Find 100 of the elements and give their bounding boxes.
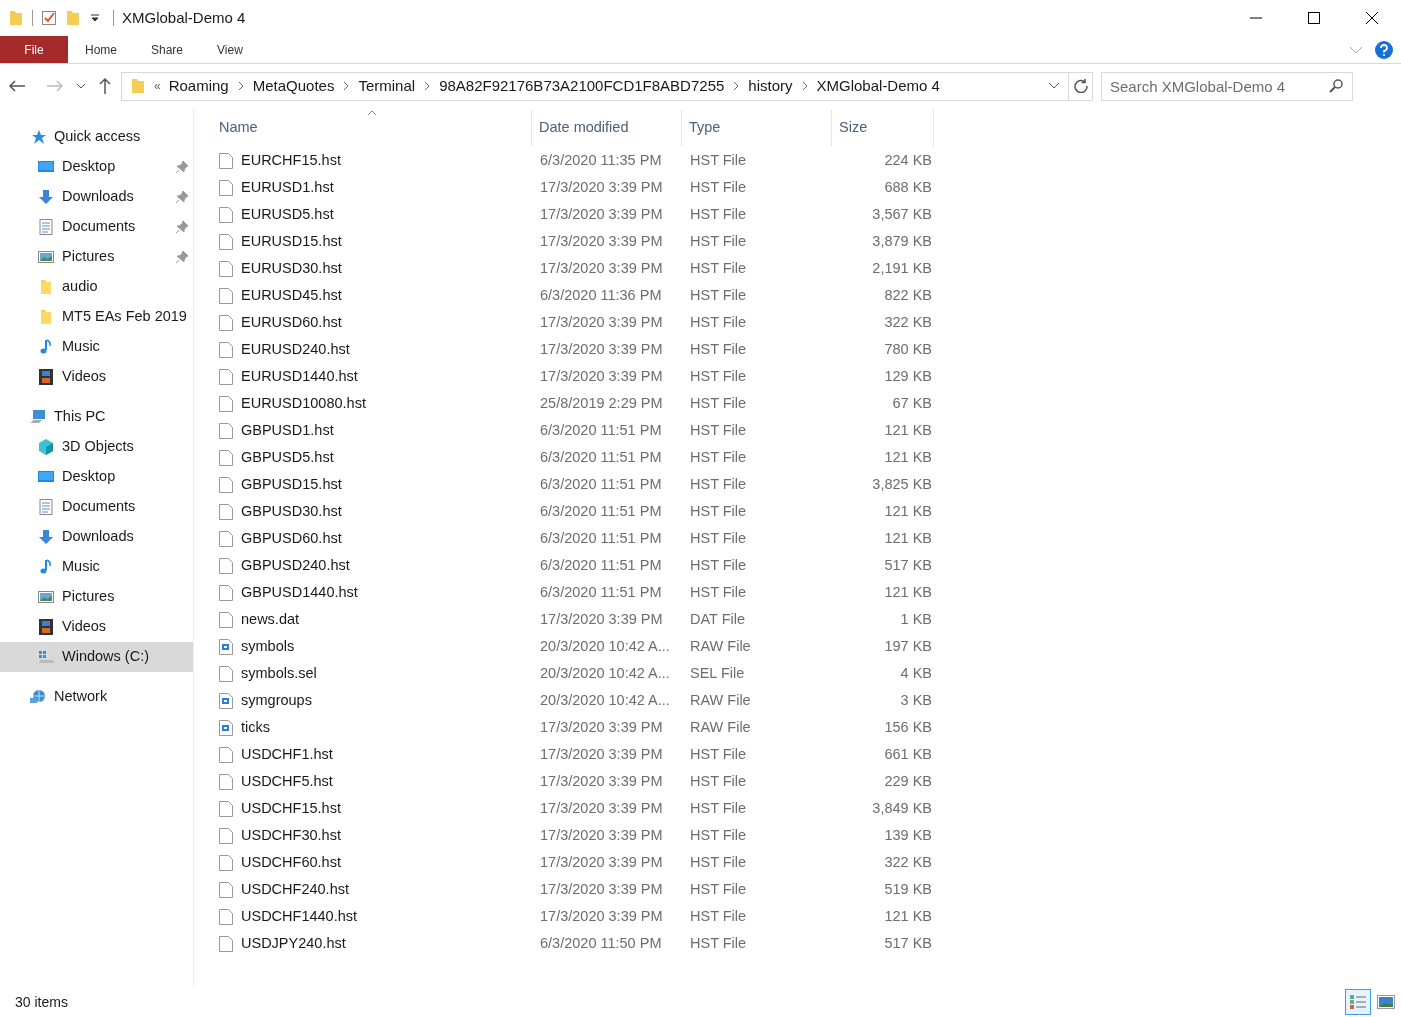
nav-item[interactable]: Music — [0, 332, 193, 362]
file-type: HST File — [689, 393, 748, 413]
file-icon — [219, 908, 233, 925]
file-name: EURUSD1440.hst — [241, 366, 358, 386]
document-icon — [38, 219, 54, 235]
nav-item[interactable]: 3D Objects — [0, 432, 193, 462]
folder-icon — [38, 309, 54, 325]
ribbon-tab[interactable]: Home — [68, 36, 134, 63]
file-row[interactable]: USDCHF1440.hst 17/3/2020 3:39 PM HST File 121 KB — [212, 903, 1401, 930]
nav-item[interactable]: Windows (C:) — [0, 642, 193, 672]
monitor-icon — [38, 469, 54, 485]
file-icon — [219, 341, 233, 358]
breadcrumb[interactable]: Roaming — [160, 74, 237, 98]
nav-item[interactable]: This PC — [0, 402, 193, 432]
address-bar[interactable]: « Roaming MetaQuotes Terminal 98A82F92176B73A2100FCD1F8ABD7255 history XMGlobal-Demo 4 — [121, 71, 1093, 101]
image-file-icon — [219, 719, 233, 736]
nav-item[interactable]: Documents — [0, 212, 193, 242]
file-row[interactable]: symbols 20/3/2020 10:42 A... RAW File 197 KB — [212, 633, 1401, 660]
file-icon — [219, 368, 233, 385]
file-icon — [219, 287, 233, 304]
file-type: HST File — [689, 447, 748, 467]
file-icon — [219, 206, 233, 223]
date-modified: 20/3/2020 10:42 A... — [539, 663, 671, 683]
file-row[interactable]: GBPUSD60.hst 6/3/2020 11:51 PM HST File 121 KB — [212, 525, 1401, 552]
nav-item[interactable]: Music — [0, 552, 193, 582]
file-row[interactable]: ticks 17/3/2020 3:39 PM RAW File 156 KB — [212, 714, 1401, 741]
column-header[interactable]: Size — [832, 110, 934, 146]
file-row[interactable]: GBPUSD1.hst 6/3/2020 11:51 PM HST File 121 KB — [212, 417, 1401, 444]
nav-item[interactable]: Network — [0, 682, 193, 712]
file-size: 322 KB — [883, 312, 932, 332]
file-size: 121 KB — [883, 501, 932, 521]
nav-item[interactable]: MT5 EAs Feb 2019 — [0, 302, 193, 332]
nav-item[interactable]: audio — [0, 272, 193, 302]
ribbon-tab[interactable]: View — [200, 36, 260, 63]
overflow-chevron[interactable]: « — [154, 77, 161, 95]
breadcrumb[interactable]: XMGlobal-Demo 4 — [808, 74, 948, 98]
file-row[interactable]: USDJPY240.hst 6/3/2020 11:50 PM HST File 517 KB — [212, 930, 1401, 957]
nav-item[interactable]: Desktop — [0, 462, 193, 492]
file-size: 3,825 KB — [871, 474, 932, 494]
file-row[interactable]: EURCHF15.hst 6/3/2020 11:35 PM HST File 224 KB — [212, 147, 1401, 174]
nav-item[interactable]: Videos — [0, 612, 193, 642]
ribbon-tab[interactable]: Share — [134, 36, 201, 63]
file-icon — [219, 827, 233, 844]
file-size: 322 KB — [883, 852, 932, 872]
nav-item[interactable]: Downloads — [0, 522, 193, 552]
file-row[interactable]: news.dat 17/3/2020 3:39 PM DAT File 1 KB — [212, 606, 1401, 633]
file-row[interactable]: symgroups 20/3/2020 10:42 A... RAW File 3 KB — [212, 687, 1401, 714]
nav-item[interactable]: Documents — [0, 492, 193, 522]
search-field[interactable]: Search XMGlobal-Demo 4 — [1101, 71, 1353, 101]
date-modified: 6/3/2020 11:51 PM — [539, 420, 663, 440]
help-button[interactable] — [1375, 40, 1393, 59]
file-row[interactable]: GBPUSD240.hst 6/3/2020 11:51 PM HST File 517 KB — [212, 552, 1401, 579]
file-row[interactable]: GBPUSD30.hst 6/3/2020 11:51 PM HST File 121 KB — [212, 498, 1401, 525]
file-name: EURCHF15.hst — [241, 150, 341, 170]
date-modified: 25/8/2019 2:29 PM — [539, 393, 664, 413]
breadcrumb[interactable]: MetaQuotes — [244, 74, 343, 98]
file-row[interactable]: EURUSD240.hst 17/3/2020 3:39 PM HST File 780 KB — [212, 336, 1401, 363]
file-row[interactable]: GBPUSD1440.hst 6/3/2020 11:51 PM HST File 121 KB — [212, 579, 1401, 606]
breadcrumb[interactable]: history — [740, 74, 801, 98]
file-row[interactable]: USDCHF240.hst 17/3/2020 3:39 PM HST File 519 KB — [212, 876, 1401, 903]
file-row[interactable]: EURUSD30.hst 17/3/2020 3:39 PM HST File 2,191 KB — [212, 255, 1401, 282]
file-row[interactable]: EURUSD1.hst 17/3/2020 3:39 PM HST File 688 KB — [212, 174, 1401, 201]
date-modified: 17/3/2020 3:39 PM — [539, 177, 664, 197]
file-row[interactable]: GBPUSD15.hst 6/3/2020 11:51 PM HST File 3,825 KB — [212, 471, 1401, 498]
file-name: EURUSD60.hst — [241, 312, 342, 332]
chevron-right-icon — [800, 81, 809, 91]
file-row[interactable]: EURUSD15.hst 17/3/2020 3:39 PM HST File 3,879 KB — [212, 228, 1401, 255]
file-type: HST File — [689, 312, 748, 332]
file-size: 519 KB — [883, 879, 932, 899]
nav-item[interactable]: Pictures — [0, 242, 193, 272]
file-size: 121 KB — [883, 582, 932, 602]
date-modified: 6/3/2020 11:51 PM — [539, 447, 663, 467]
column-header[interactable]: Type — [682, 110, 832, 146]
file-row[interactable]: EURUSD60.hst 17/3/2020 3:39 PM HST File 322 KB — [212, 309, 1401, 336]
nav-item[interactable]: Quick access — [0, 122, 193, 152]
file-row[interactable]: GBPUSD5.hst 6/3/2020 11:51 PM HST File 121 KB — [212, 444, 1401, 471]
file-row[interactable]: USDCHF1.hst 17/3/2020 3:39 PM HST File 661 KB — [212, 741, 1401, 768]
file-row[interactable]: EURUSD45.hst 6/3/2020 11:36 PM HST File 822 KB — [212, 282, 1401, 309]
file-row[interactable]: USDCHF30.hst 17/3/2020 3:39 PM HST File 139 KB — [212, 822, 1401, 849]
date-modified: 17/3/2020 3:39 PM — [539, 798, 664, 818]
nav-item[interactable]: Desktop — [0, 152, 193, 182]
column-header[interactable]: Date modified — [532, 110, 682, 146]
file-row[interactable]: symbols.sel 20/3/2020 10:42 A... SEL File 4 KB — [212, 660, 1401, 687]
file-type: HST File — [689, 285, 748, 305]
file-row[interactable]: USDCHF60.hst 17/3/2020 3:39 PM HST File 322 KB — [212, 849, 1401, 876]
file-row[interactable]: EURUSD10080.hst 25/8/2019 2:29 PM HST File 67 KB — [212, 390, 1401, 417]
nav-item[interactable]: Pictures — [0, 582, 193, 612]
file-row[interactable]: USDCHF5.hst 17/3/2020 3:39 PM HST File 229 KB — [212, 768, 1401, 795]
file-row[interactable]: EURUSD1440.hst 17/3/2020 3:39 PM HST File 129 KB — [212, 363, 1401, 390]
music-note-icon — [38, 339, 54, 355]
file-row[interactable]: EURUSD5.hst 17/3/2020 3:39 PM HST File 3,567 KB — [212, 201, 1401, 228]
view-toggle[interactable] — [1345, 989, 1371, 1015]
breadcrumb[interactable]: 98A82F92176B73A2100FCD1F8ABD7255 — [431, 74, 733, 98]
nav-item[interactable]: Videos — [0, 362, 193, 392]
breadcrumb[interactable]: Terminal — [350, 74, 424, 98]
file-row[interactable]: USDCHF15.hst 17/3/2020 3:39 PM HST File 3,849 KB — [212, 795, 1401, 822]
file-name: news.dat — [241, 609, 300, 629]
file-type: HST File — [689, 366, 748, 386]
nav-item[interactable]: Downloads — [0, 182, 193, 212]
column-header[interactable]: Name — [212, 110, 532, 146]
